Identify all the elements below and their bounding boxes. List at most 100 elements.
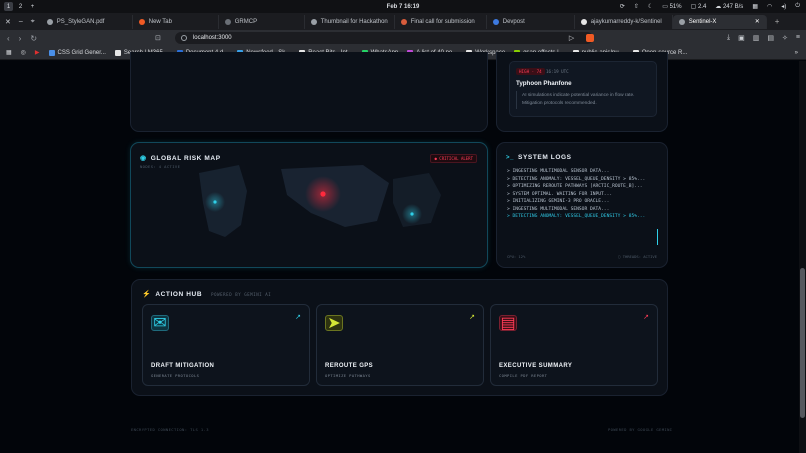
youtube-icon[interactable]: ▶ xyxy=(35,49,40,56)
tab-favicon-icon xyxy=(46,18,53,25)
url-field[interactable]: localhost:3000 xyxy=(174,32,593,44)
system-clock[interactable]: Feb 7 16:19 xyxy=(387,4,420,10)
browser-tab[interactable]: Thumbnail for Hackathon xyxy=(305,14,395,29)
scrollbar-thumb[interactable] xyxy=(800,268,805,418)
executive-summary-card[interactable]: ▤ ↗ EXECUTIVE SUMMARY COMPILE PDF REPORT xyxy=(490,304,658,386)
share-icon[interactable]: ▷ xyxy=(569,34,574,42)
browser-tab[interactable]: ajaykumarreddy-k/Sentinel xyxy=(575,14,673,29)
leo-icon[interactable]: ✧ xyxy=(782,34,788,42)
critical-alert-badge: ● CRITICAL ALERT xyxy=(430,154,477,163)
card-title: EXECUTIVE SUMMARY xyxy=(499,363,573,369)
pin-icon[interactable]: ⌖ xyxy=(31,18,35,26)
system-top-bar: 1 2 + Feb 7 16:19 ⟳ ⇧ ☾ ▭ 51% ▢ 2.4 ☁ 24… xyxy=(0,0,806,13)
tab-label: PS_StyleGAN.pdf xyxy=(56,18,105,25)
tab-label: GRMCP xyxy=(234,18,258,25)
globe-icon: ◉ xyxy=(140,155,147,162)
log-line: > OPTIMIZING REROUTE PATHWAYS [ARCTIC_RO… xyxy=(507,184,643,189)
bookmark-label: CSS Grid Gener... xyxy=(57,49,106,56)
back-icon[interactable]: ‹ xyxy=(7,34,10,43)
workspace-1[interactable]: 1 xyxy=(4,2,13,11)
sidebar-icon[interactable]: ▥ xyxy=(753,34,760,42)
log-scrollbar[interactable] xyxy=(657,229,658,245)
browser-tab[interactable]: Final call for submission xyxy=(395,14,487,29)
alert-title: Typhoon Phanfone xyxy=(516,80,572,87)
browser-tab[interactable]: Sentinel-X ✕ xyxy=(672,14,767,29)
grid-icon[interactable]: ▦ xyxy=(752,3,758,10)
extensions-icon[interactable]: ▣ xyxy=(738,34,745,42)
global-risk-map-panel: ◉ GLOBAL RISK MAP NODES: 4 ACTIVE ● CRIT… xyxy=(130,142,488,268)
wifi-icon[interactable]: ◠ xyxy=(767,3,772,10)
bookmark-icon[interactable]: ⊡ xyxy=(155,34,161,42)
footer-encryption: ENCRYPTED CONNECTION: TLS 1.3 xyxy=(131,427,209,432)
browser-tab[interactable]: Devpost xyxy=(487,14,575,29)
browser-tab[interactable]: PS_StyleGAN.pdf xyxy=(41,14,133,29)
mail-icon: ✉ xyxy=(151,315,169,332)
threads-status: ▢ THREADS: ACTIVE xyxy=(618,254,657,259)
system-logs-title: SYSTEM LOGS xyxy=(518,154,572,161)
battery-percent: 51% xyxy=(669,4,682,10)
tab-label: Sentinel-X xyxy=(688,18,717,25)
moon-icon[interactable]: ☾ xyxy=(648,3,653,10)
node-west xyxy=(213,200,217,204)
footer-powered: POWERED BY GOOGLE GEMINI xyxy=(608,427,673,432)
bookmark-favicon-icon xyxy=(48,49,55,56)
bookmark-favicon-icon xyxy=(114,49,121,56)
reroute-gps-card[interactable]: ➤ ↗ REROUTE GPS OPTIMIZE PATHWAYS xyxy=(316,304,484,386)
more-bookmarks-icon[interactable]: » xyxy=(795,50,798,56)
reload-icon[interactable]: ↻ xyxy=(30,34,37,43)
globe-icon[interactable]: ◎ xyxy=(21,49,26,56)
url-text: localhost:3000 xyxy=(192,35,232,41)
log-list[interactable]: > INGESTING MULTIMODAL SENSOR DATA... > D… xyxy=(507,169,657,222)
menu-icon[interactable]: ≡ xyxy=(796,34,800,42)
node-east xyxy=(410,212,414,216)
action-hub-powered: POWERED BY GEMINI AI xyxy=(211,291,272,297)
cpu-usage: CPU: 12% xyxy=(507,254,526,259)
tab-favicon-icon xyxy=(678,18,685,25)
minimize-icon[interactable]: – xyxy=(19,18,23,26)
tab-label: New Tab xyxy=(148,18,172,25)
threads-label: THREADS: ACTIVE xyxy=(622,254,657,259)
download-icon[interactable]: ⤓ xyxy=(727,34,730,42)
tab-favicon-icon xyxy=(138,18,145,25)
browser-tab[interactable]: GRMCP xyxy=(219,14,305,29)
close-tab-icon[interactable]: ✕ xyxy=(755,18,760,25)
network-speed: 247 B/s xyxy=(722,4,744,10)
tab-favicon-icon xyxy=(310,18,317,25)
alert-card[interactable]: HIGH · 74 16:19 UTC Typhoon Phanfone AI … xyxy=(509,61,657,117)
tab-label: ajaykumarreddy-k/Sentinel xyxy=(590,18,662,25)
apps-icon[interactable]: ▦ xyxy=(6,49,12,56)
network-indicator[interactable]: ☁ 247 B/s xyxy=(715,3,743,10)
refresh-icon[interactable]: ⟳ xyxy=(620,3,625,10)
critical-alert-label: CRITICAL ALERT xyxy=(439,156,473,161)
tab-label: Thumbnail for Hackathon xyxy=(320,18,388,25)
forward-icon[interactable]: › xyxy=(19,34,22,43)
navigation-icon: ➤ xyxy=(325,315,343,332)
log-line: > INGESTING MULTIMODAL SENSOR DATA... xyxy=(507,169,610,174)
upload-icon[interactable]: ⇧ xyxy=(634,3,639,10)
browser-tab[interactable]: New Tab xyxy=(133,14,219,29)
card-subtitle: COMPILE PDF REPORT xyxy=(499,373,548,378)
card-title: DRAFT MITIGATION xyxy=(151,363,215,369)
arrow-up-right-icon: ↗ xyxy=(469,314,475,321)
risk-map-title: GLOBAL RISK MAP xyxy=(150,154,221,162)
new-tab-button[interactable]: + xyxy=(775,17,780,26)
critical-node xyxy=(320,191,326,197)
workspace-add[interactable]: + xyxy=(28,2,37,11)
wallet-icon[interactable]: ▤ xyxy=(767,34,774,42)
tab-favicon-icon xyxy=(492,18,499,25)
action-hub-title: ACTION HUB xyxy=(155,290,203,298)
workspace-2[interactable]: 2 xyxy=(16,2,25,11)
document-icon: ▤ xyxy=(499,315,517,332)
battery-indicator[interactable]: ▭ 51% xyxy=(662,3,681,10)
site-info-icon[interactable] xyxy=(180,35,187,41)
volume-icon[interactable]: ◂) xyxy=(781,3,786,10)
close-window-icon[interactable]: ✕ xyxy=(5,18,11,26)
arrow-up-right-icon: ↗ xyxy=(643,314,649,321)
alert-divider xyxy=(516,91,517,109)
workspace-switcher[interactable]: 1 2 + xyxy=(4,2,37,11)
monitor-indicator[interactable]: ▢ 2.4 xyxy=(691,3,707,10)
bookmark-item[interactable]: CSS Grid Gener... xyxy=(48,49,106,56)
brave-shield-icon[interactable] xyxy=(586,34,595,42)
power-icon[interactable]: ⏻ xyxy=(795,3,800,10)
draft-mitigation-card[interactable]: ✉ ↗ DRAFT MITIGATION GENERATE PROTOCOLS xyxy=(142,304,310,386)
